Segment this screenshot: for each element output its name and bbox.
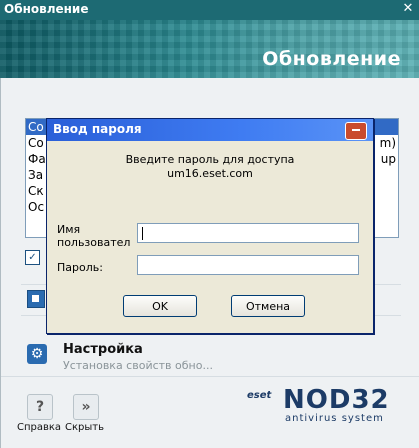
list-item-label: Со <box>28 120 44 134</box>
settings-link[interactable]: Настройка <box>63 342 143 357</box>
list-item-label: За <box>28 168 44 182</box>
divider <box>1 376 419 377</box>
hide-icon[interactable]: » <box>73 394 99 420</box>
password-label: Пароль: <box>57 261 103 274</box>
stop-update-button[interactable] <box>27 290 45 308</box>
password-dialog: Ввод пароля Введите пароль для доступа u… <box>46 118 374 334</box>
dialog-title: Ввод пароля <box>53 122 142 136</box>
username-label: Имя пользовател <box>57 223 131 249</box>
text-caret <box>142 227 143 240</box>
product-tagline: antivirus system <box>285 413 384 424</box>
main-window: Обновление ✕ Обновление Со Со m) Фа up За … <box>0 0 419 448</box>
help-icon[interactable]: ? <box>27 394 53 420</box>
dialog-message: Введите пароль для доступа <box>125 153 295 166</box>
product-logo: NOD32 <box>283 385 390 415</box>
list-item-label: Фа <box>28 152 46 166</box>
window-title: Обновление <box>4 2 89 16</box>
dialog-host: um16.eset.com <box>167 167 253 180</box>
ok-button[interactable]: OK <box>123 295 197 317</box>
username-input[interactable] <box>137 223 359 243</box>
list-item-suffix: m) <box>379 136 396 150</box>
dialog-title-bar[interactable]: Ввод пароля <box>47 119 373 141</box>
hide-label[interactable]: Скрыть <box>65 422 104 433</box>
page-title: Обновление <box>262 48 401 70</box>
settings-description: Установка свойств обно... <box>63 359 213 372</box>
title-bar[interactable]: Обновление ✕ <box>0 0 419 20</box>
password-input[interactable] <box>137 255 359 275</box>
list-item-label: Со <box>28 136 44 150</box>
minus-icon <box>352 129 360 131</box>
gear-icon[interactable]: ⚙ <box>27 344 47 364</box>
stop-icon <box>32 295 39 302</box>
header-banner: Обновление <box>0 20 419 78</box>
cancel-button[interactable]: Отмена <box>231 295 305 317</box>
list-item-suffix: up <box>380 152 396 166</box>
help-label[interactable]: Справка <box>17 422 61 433</box>
eset-logo: eset <box>247 390 272 401</box>
close-icon[interactable]: ✕ <box>401 2 415 16</box>
list-item-label: Ос <box>28 200 45 214</box>
dialog-close-button[interactable] <box>345 122 367 140</box>
list-item-label: Ск <box>28 184 44 198</box>
option-checkbox[interactable]: ✓ <box>25 250 40 265</box>
